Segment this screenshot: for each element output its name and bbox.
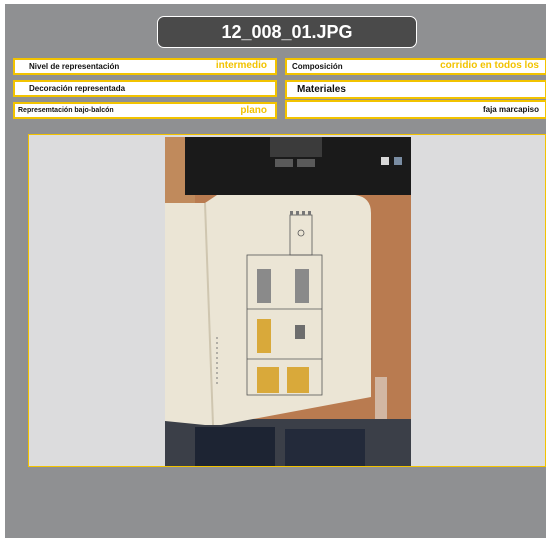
nivel-representacion-label: Nivel de representación bbox=[29, 62, 120, 71]
balcon-representacion-value: plano bbox=[240, 105, 267, 116]
viewer-panel: 12_008_01.JPG Nivel de representación in… bbox=[5, 4, 546, 538]
balcon-representacion-label: Represemtación bajo-balcón bbox=[18, 107, 114, 114]
composicion-label: Composición bbox=[292, 62, 343, 71]
nivel-representacion-field: Nivel de representación intermedio bbox=[13, 58, 277, 75]
document-photo[interactable] bbox=[165, 137, 411, 466]
materiales-value-field: faja marcapiso bbox=[285, 100, 546, 119]
composicion-value: corridio en todos los bbox=[440, 60, 539, 71]
materiales-label: Materiales bbox=[297, 84, 346, 95]
composicion-field: Composición corridio en todos los bbox=[285, 58, 546, 75]
materiales-field: Materiales bbox=[285, 80, 546, 99]
decoracion-representada-label: Decoración representada bbox=[29, 84, 126, 93]
document-photo-drawing bbox=[165, 137, 411, 466]
decoracion-representada-field: Decoración representada bbox=[13, 80, 277, 97]
image-title: 12_008_01.JPG bbox=[157, 16, 417, 48]
photo-frame bbox=[28, 134, 546, 467]
materiales-value: faja marcapiso bbox=[482, 105, 539, 114]
balcon-representacion-field: Represemtación bajo-balcón plano bbox=[13, 102, 277, 119]
nivel-representacion-value: intermedio bbox=[215, 60, 267, 71]
